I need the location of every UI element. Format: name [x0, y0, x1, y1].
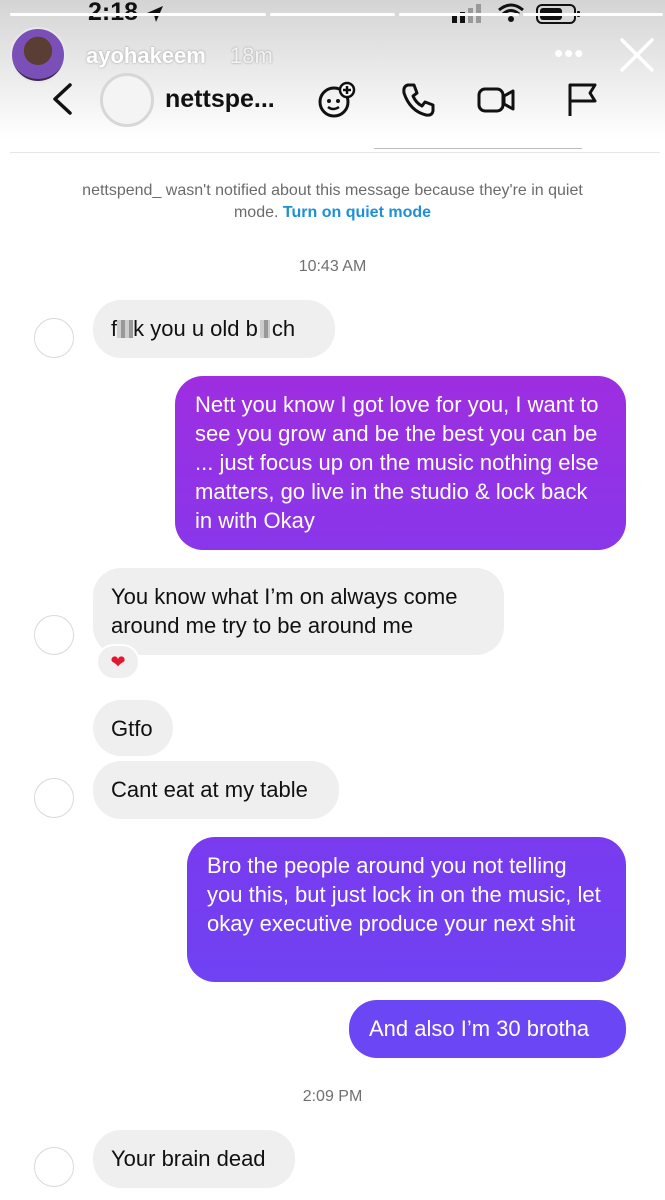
- message-bubble-outgoing[interactable]: Bro the people around you not telling yo…: [187, 837, 626, 982]
- story-progress-segment: [10, 13, 266, 16]
- message-bubble-incoming[interactable]: Gtfo: [93, 700, 173, 756]
- message-text: Your brain dead: [111, 1146, 266, 1171]
- more-options-icon[interactable]: •••: [554, 38, 584, 69]
- timestamp: 2:09 PM: [302, 1088, 363, 1105]
- message-bubble-incoming[interactable]: Cant eat at my table: [93, 761, 339, 819]
- quiet-mode-notice: nettspend_ wasn't notified about this me…: [60, 180, 605, 224]
- video-call-icon[interactable]: [476, 80, 516, 120]
- message-text: Bro the people around you not telling yo…: [207, 853, 601, 936]
- message-bubble-outgoing[interactable]: And also I’m 30 brotha: [349, 1000, 626, 1058]
- sender-avatar: [34, 1147, 74, 1187]
- message-text: Cant eat at my table: [111, 777, 308, 802]
- timestamp: 10:43 AM: [298, 258, 367, 275]
- message-text: k you u old b: [133, 316, 258, 341]
- divider: [10, 152, 660, 153]
- story-username[interactable]: ayohakeem: [86, 43, 206, 69]
- message-text: You know what I’m on always come around …: [111, 584, 458, 638]
- censor-blur: [259, 320, 270, 338]
- message-text: And also I’m 30 brotha: [369, 1016, 590, 1041]
- sender-avatar: [34, 778, 74, 818]
- message-bubble-incoming[interactable]: You know what I’m on always come around …: [93, 568, 504, 655]
- sender-avatar: [34, 615, 74, 655]
- message-text: Gtfo: [111, 716, 153, 741]
- story-progress-segment: [523, 13, 663, 16]
- message-text: ch: [271, 316, 296, 341]
- effects-sparkle-icon[interactable]: [316, 80, 356, 120]
- message-bubble-outgoing[interactable]: Nett you know I got love for you, I want…: [175, 376, 626, 550]
- story-progress-segment: [399, 13, 519, 16]
- turn-on-quiet-mode-link[interactable]: Turn on quiet mode: [283, 204, 431, 221]
- back-chevron-icon[interactable]: [48, 82, 78, 116]
- message-text: Nett you know I got love for you, I want…: [195, 392, 599, 533]
- censor-blur: [117, 320, 134, 338]
- message-bubble-incoming[interactable]: fk you u old b ch: [93, 300, 335, 358]
- phone-icon[interactable]: [398, 80, 438, 120]
- divider: [374, 148, 582, 149]
- story-age: 18m: [230, 43, 273, 68]
- conversation-avatar[interactable]: [100, 73, 154, 127]
- heart-reaction-icon[interactable]: ❤: [96, 644, 140, 680]
- message-bubble-incoming[interactable]: Your brain dead: [93, 1130, 295, 1188]
- story-progress-segment: [270, 13, 395, 16]
- conversation-name[interactable]: nettspe...: [165, 85, 275, 114]
- sender-avatar: [34, 318, 74, 358]
- report-flag-icon[interactable]: [562, 80, 602, 120]
